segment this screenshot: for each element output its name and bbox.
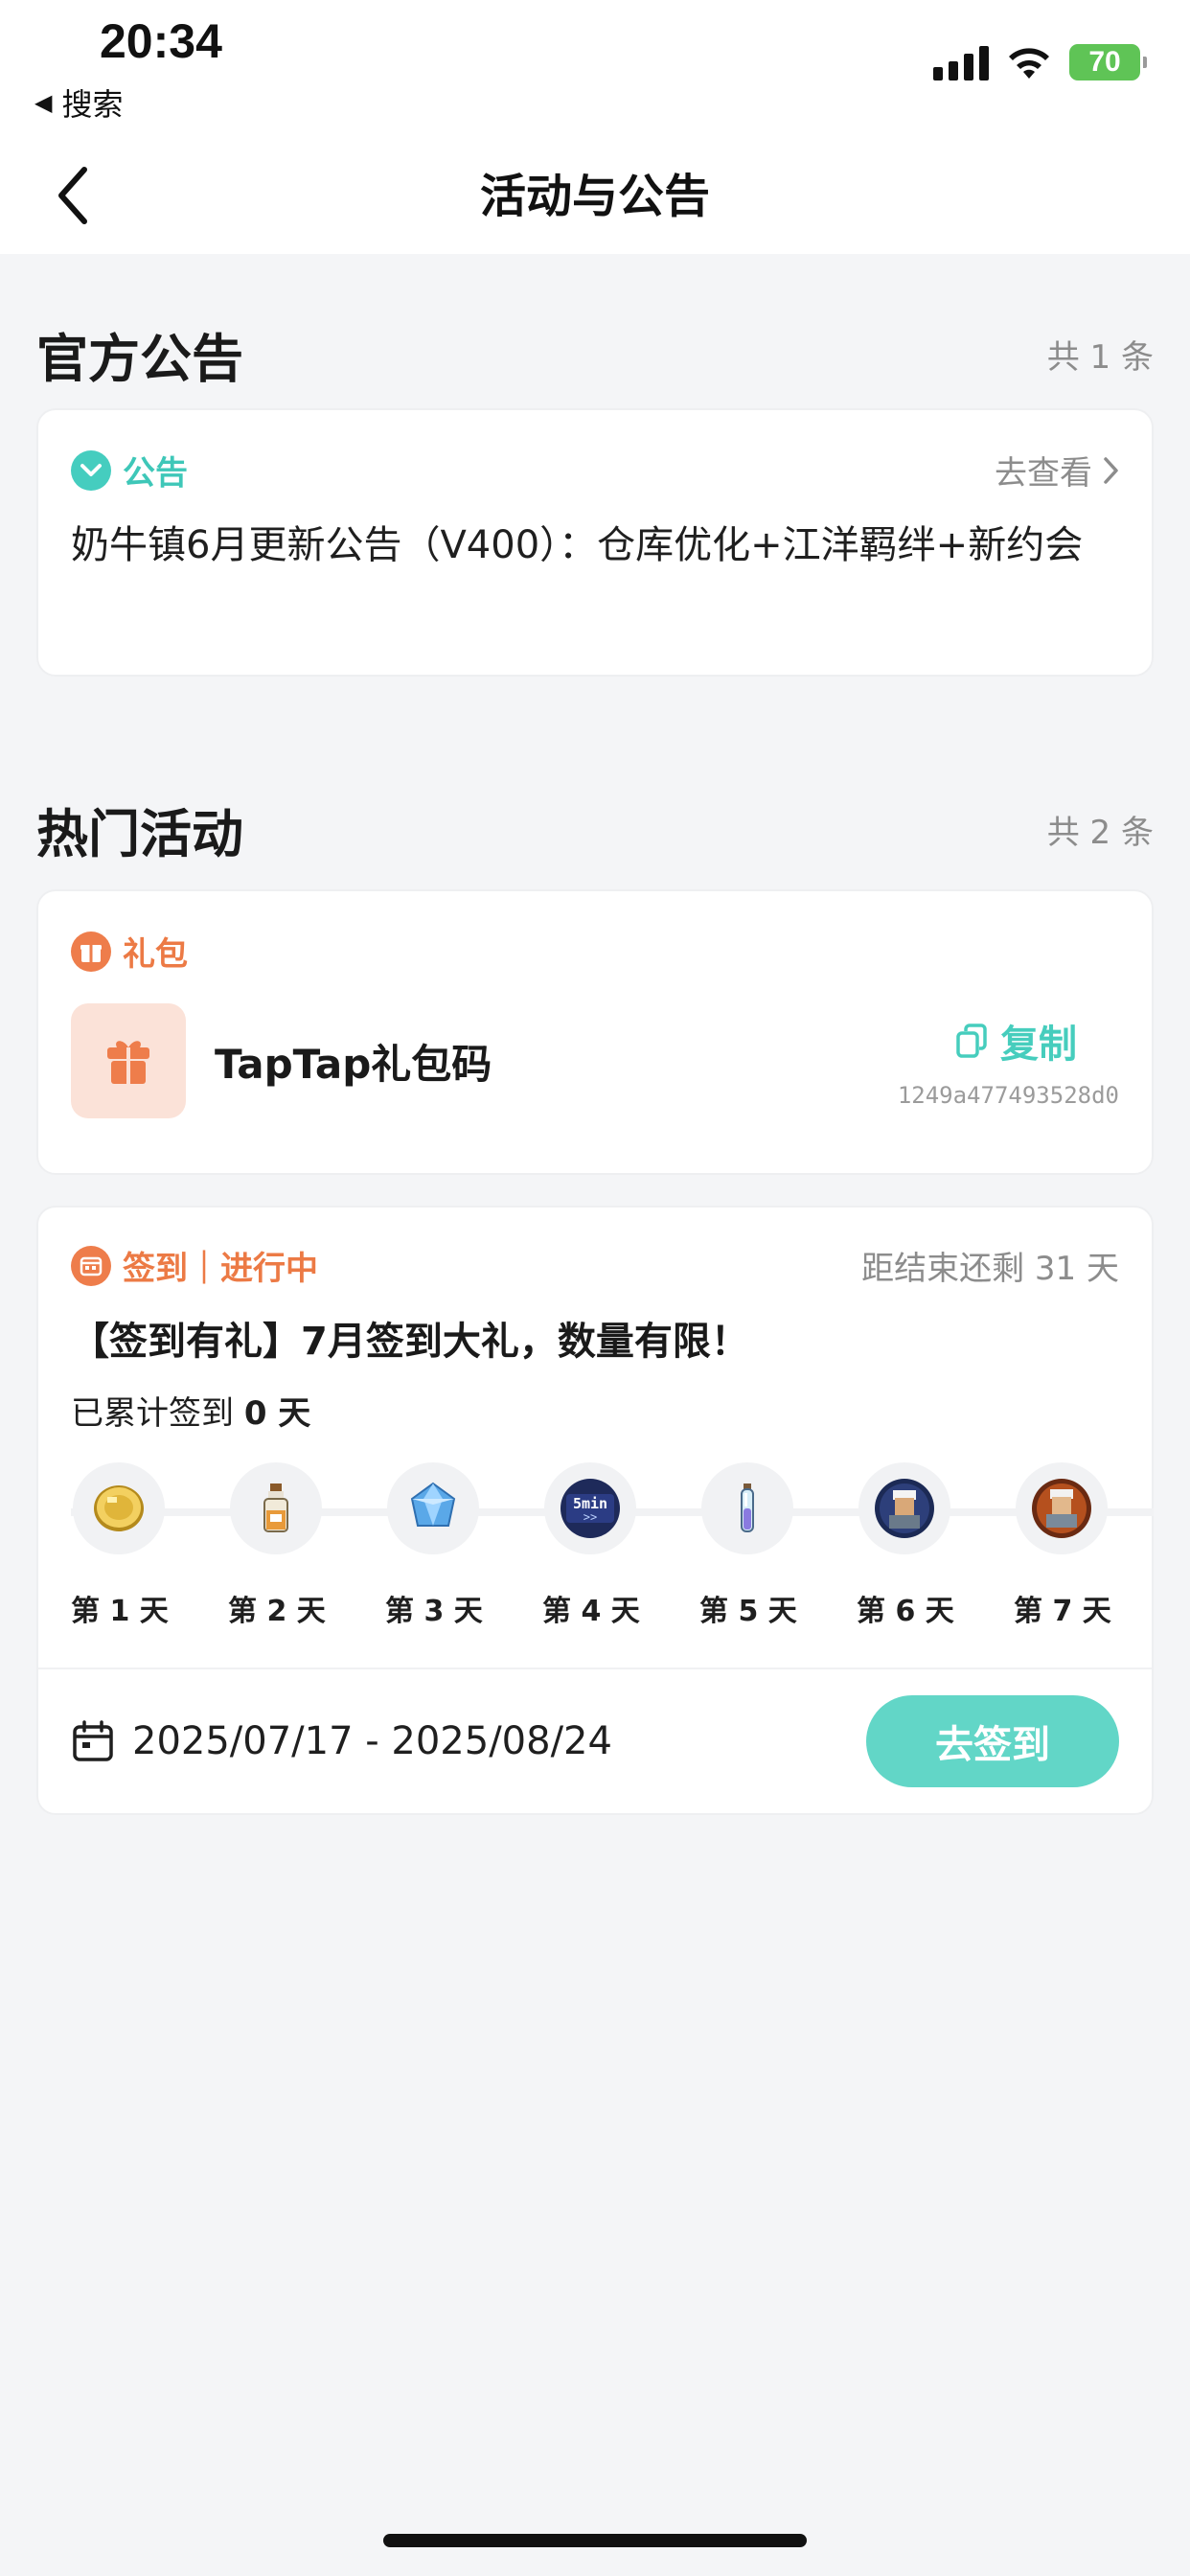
signin-day-label: 第 2 天 <box>228 1595 326 1628</box>
signin-tag: 签到｜进行中 <box>71 1242 318 1289</box>
signin-day-3: 第 3 天 <box>385 1462 483 1629</box>
activities-header: 热门活动 共 2 条 <box>36 792 1154 867</box>
date-range-text: 2025/07/17 - 2025/08/24 <box>132 1719 612 1763</box>
heart-badge-icon <box>71 449 111 491</box>
signin-day-5: 第 5 天 <box>699 1462 797 1629</box>
gift-tag-label: 礼包 <box>123 935 188 974</box>
gift-tag: 礼包 <box>71 928 1119 975</box>
signin-remaining: 距结束还剩 31 天 <box>861 1250 1119 1288</box>
wifi-icon <box>1009 48 1049 79</box>
signin-day-label: 第 5 天 <box>699 1595 797 1628</box>
blue-crystal-icon <box>410 1482 456 1527</box>
signin-card: 签到｜进行中 距结束还剩 31 天 【签到有礼】7月签到大礼，数量有限！ 已累计… <box>36 1206 1154 1815</box>
signin-progress-prefix: 已累计签到 <box>71 1394 234 1433</box>
announcement-card[interactable]: 公告 去查看 奶牛镇6月更新公告（V400）：仓库优化+江洋羁绊+新约会 <box>36 408 1154 677</box>
view-announcement-label: 去查看 <box>995 454 1092 493</box>
announcements-title: 官方公告 <box>36 329 243 389</box>
status-bar: 20:34 ◀ 搜索 70 <box>0 0 1190 149</box>
status-icons: 70 <box>933 44 1147 80</box>
chevron-right-icon <box>1104 456 1118 484</box>
gift-code: 1249a477493528d0 <box>897 1082 1119 1109</box>
battery-level: 70 <box>1088 46 1121 78</box>
announcement-text: 奶牛镇6月更新公告（V400）：仓库优化+江洋羁绊+新约会 <box>71 523 1084 567</box>
signin-day-7: 第 7 天 <box>1014 1462 1111 1629</box>
battery-icon: 70 <box>1069 44 1147 80</box>
signin-progress-value: 0 天 <box>243 1394 311 1433</box>
announcements-count: 共 1 条 <box>1046 338 1154 377</box>
gift-name: TapTap礼包码 <box>215 1040 492 1088</box>
activities-title: 热门活动 <box>36 804 243 864</box>
gift-badge-icon <box>71 931 111 972</box>
time-skip-icon: 5min >> <box>561 1479 620 1538</box>
character-portrait-icon <box>1032 1479 1091 1538</box>
copy-label: 复制 <box>1000 1023 1077 1067</box>
activities-count: 共 2 条 <box>1046 814 1154 852</box>
calendar-badge-icon <box>71 1245 111 1286</box>
home-indicator[interactable] <box>383 2534 807 2547</box>
announcement-tag: 公告 <box>71 447 188 494</box>
signin-day-4: 5min >> 第 4 天 <box>542 1462 640 1629</box>
signin-day-label: 第 3 天 <box>385 1595 483 1628</box>
page-title: 活动与公告 <box>479 170 710 223</box>
signin-day-label: 第 4 天 <box>542 1595 640 1628</box>
signin-date-range: 2025/07/17 - 2025/08/24 <box>71 1719 612 1763</box>
gift-box-icon <box>71 1003 186 1118</box>
signin-title: 【签到有礼】7月签到大礼，数量有限！ <box>71 1320 749 1364</box>
signin-tag-label: 签到｜进行中 <box>123 1250 318 1288</box>
announcements-header: 官方公告 共 1 条 <box>36 316 1154 392</box>
copy-icon <box>956 1024 987 1058</box>
back-to-search-label: 搜索 <box>61 86 124 123</box>
signin-day-2: 第 2 天 <box>228 1462 326 1629</box>
signin-day-label: 第 7 天 <box>1014 1595 1111 1628</box>
view-announcement-link[interactable]: 去查看 <box>995 447 1119 494</box>
calendar-icon <box>73 1720 113 1761</box>
signin-day-label: 第 6 天 <box>857 1595 954 1628</box>
go-signin-button[interactable]: 去签到 <box>866 1695 1119 1787</box>
navigation-bar: 活动与公告 <box>0 149 1190 254</box>
character-portrait-icon <box>875 1479 934 1538</box>
signin-footer: 2025/07/17 - 2025/08/24 去签到 <box>38 1668 1152 1813</box>
gold-coin-icon <box>94 1485 144 1531</box>
svg-text:>>: >> <box>584 1510 597 1524</box>
copy-area: 复制 1249a477493528d0 <box>898 1013 1119 1109</box>
back-to-search-link[interactable]: ◀ 搜索 <box>34 80 123 125</box>
signin-day-label: 第 1 天 <box>71 1595 169 1628</box>
signin-days-track: 第 1 天 第 2 天 第 3 天 5min >> 第 4 天 第 5 天 第 … <box>71 1462 1154 1644</box>
potion-vial-icon <box>741 1484 754 1532</box>
signin-day-6: 第 6 天 <box>857 1462 954 1629</box>
signin-progress: 已累计签到 0 天 <box>71 1387 1119 1434</box>
milk-bottle-icon <box>263 1484 288 1532</box>
gift-code-card: 礼包 TapTap礼包码 复制 1249a477493528d0 <box>36 889 1154 1175</box>
back-triangle-icon: ◀ <box>34 89 53 116</box>
copy-code-button[interactable]: 复制 <box>898 1013 1119 1069</box>
cellular-signal-icon <box>933 44 989 80</box>
status-time: 20:34 <box>100 14 222 68</box>
announcement-tag-label: 公告 <box>123 454 188 493</box>
signin-day-1: 第 1 天 <box>71 1462 169 1629</box>
